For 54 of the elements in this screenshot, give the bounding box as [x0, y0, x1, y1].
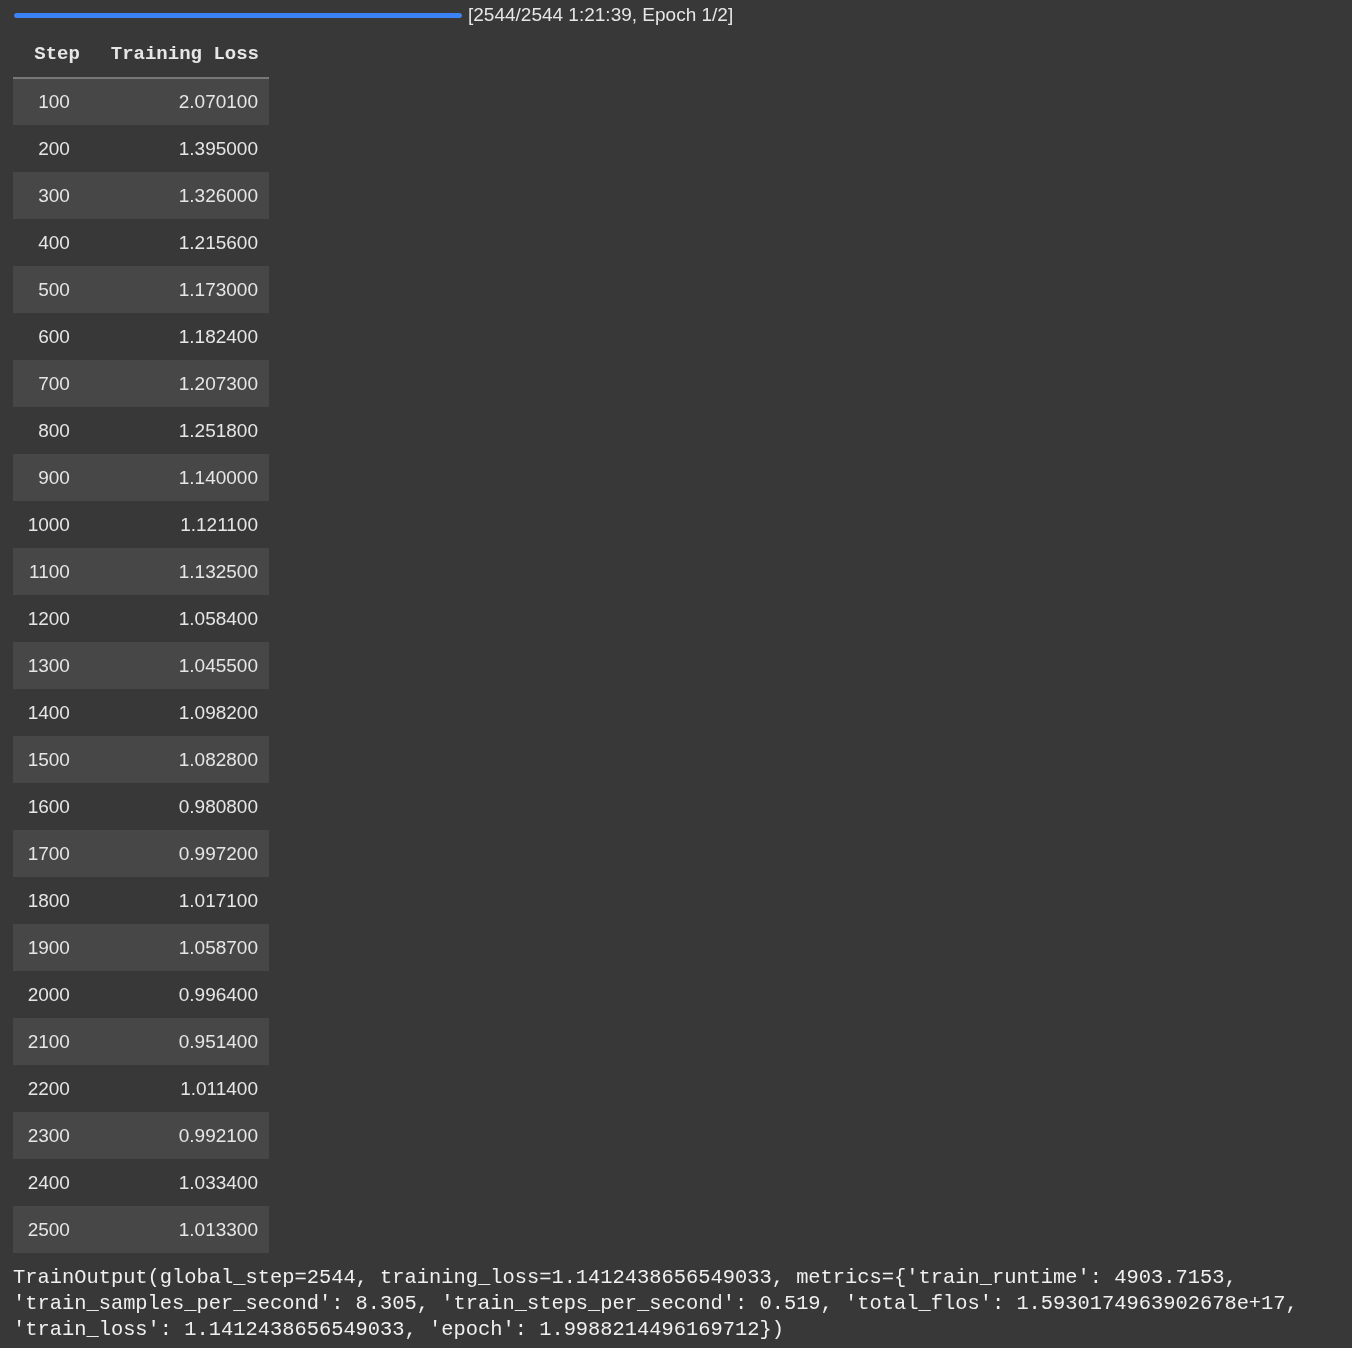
loss-cell: 1.207300: [89, 360, 269, 407]
loss-cell: 1.058700: [89, 924, 269, 971]
step-cell: 1600: [13, 783, 90, 830]
loss-cell: 2.070100: [89, 78, 269, 125]
step-cell: 400: [13, 219, 90, 266]
loss-cell: 1.140000: [89, 454, 269, 501]
step-cell: 200: [13, 125, 90, 172]
step-cell: 2500: [13, 1206, 90, 1253]
step-cell: 2000: [13, 971, 90, 1018]
step-cell: 2400: [13, 1159, 90, 1206]
step-cell: 2300: [13, 1112, 90, 1159]
step-cell: 1900: [13, 924, 90, 971]
loss-cell: 1.045500: [89, 642, 269, 689]
loss-cell: 0.997200: [89, 830, 269, 877]
loss-cell: 1.017100: [89, 877, 269, 924]
step-cell: 1400: [13, 689, 90, 736]
output-line: 'train_samples_per_second': 8.305, 'train_steps_per_second': 0.519, 'total_flos': 1.5930174963902678e+17,: [13, 1291, 1299, 1317]
loss-cell: 1.132500: [89, 548, 269, 595]
step-cell: 2200: [13, 1065, 90, 1112]
loss-cell: 1.395000: [89, 125, 269, 172]
step-cell: 900: [13, 454, 90, 501]
output-line: 'train_loss': 1.1412438656549033, 'epoch': 1.9988214496169712}): [13, 1317, 785, 1343]
loss-cell: 1.215600: [89, 219, 269, 266]
loss-cell: 0.980800: [89, 783, 269, 830]
loss-cell: 1.326000: [89, 172, 269, 219]
step-cell: 1700: [13, 830, 90, 877]
loss-cell: 1.013300: [89, 1206, 269, 1253]
step-cell: 600: [13, 313, 90, 360]
step-cell: 1300: [13, 642, 90, 689]
loss-cell: 0.996400: [89, 971, 269, 1018]
step-cell: 100: [13, 78, 90, 125]
loss-cell: 0.992100: [89, 1112, 269, 1159]
step-cell: 700: [13, 360, 90, 407]
loss-cell: 1.251800: [89, 407, 269, 454]
loss-cell: 1.173000: [89, 266, 269, 313]
step-cell: 500: [13, 266, 90, 313]
loss-cell: 0.951400: [89, 1018, 269, 1065]
step-cell: 2100: [13, 1018, 90, 1065]
step-cell: 1000: [13, 501, 90, 548]
step-cell: 1100: [13, 548, 90, 595]
step-cell: 1200: [13, 595, 90, 642]
step-cell: 1500: [13, 736, 90, 783]
step-cell: 300: [13, 172, 90, 219]
loss-cell: 1.058400: [89, 595, 269, 642]
output-line: TrainOutput(global_step=2544, training_loss=1.1412438656549033, metrics={'train_runtime': 4903.7153,: [13, 1265, 1238, 1291]
loss-cell: 1.121100: [89, 501, 269, 548]
loss-cell: 1.098200: [89, 689, 269, 736]
step-cell: 1800: [13, 877, 90, 924]
loss-cell: 1.011400: [89, 1065, 269, 1112]
loss-cell: 1.033400: [89, 1159, 269, 1206]
step-cell: 800: [13, 407, 90, 454]
loss-cell: 1.182400: [89, 313, 269, 360]
progress-label: [2544/2544 1:21:39, Epoch 1/2]: [468, 4, 734, 26]
loss-cell: 1.082800: [89, 736, 269, 783]
